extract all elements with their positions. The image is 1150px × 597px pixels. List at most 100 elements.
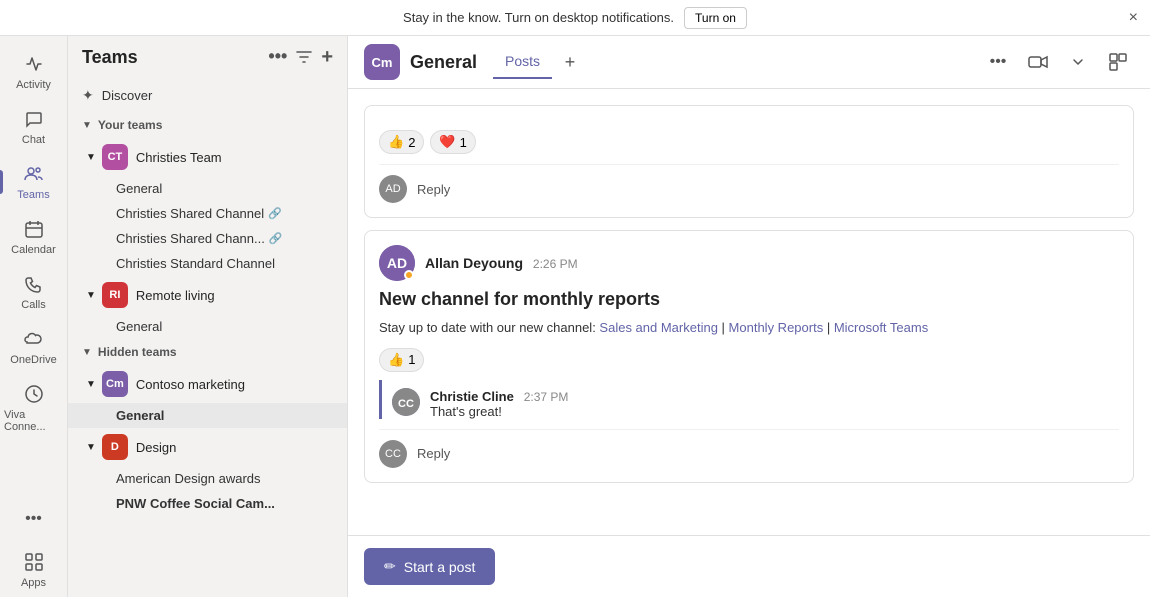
sidebar-item-calls[interactable]: Calls <box>0 264 67 319</box>
channel-contoso-general[interactable]: General <box>68 403 347 428</box>
more-icon: ••• <box>22 507 46 531</box>
reaction-thumbs-up-2[interactable]: 👍 1 <box>379 348 424 372</box>
channel-header-right: ••• <box>982 46 1134 78</box>
channel-christies-general[interactable]: General <box>68 176 347 201</box>
calls-icon <box>22 272 46 296</box>
left-rail: Activity Chat Teams <box>0 36 68 597</box>
msg-body-2: Stay up to date with our new channel: Sa… <box>379 318 1119 338</box>
team-item-contoso[interactable]: ▼ Cm Contoso marketing <box>68 365 347 403</box>
tab-posts-label: Posts <box>505 53 540 69</box>
sidebar-scroll: ✦ Discover ▼ Your teams ▼ CT Christies T… <box>68 79 347 597</box>
remote-name: Remote living <box>136 288 215 303</box>
expand-button[interactable] <box>1102 46 1134 78</box>
discover-item[interactable]: ✦ Discover <box>68 79 347 112</box>
channel-design-awards[interactable]: American Design awards <box>68 466 347 491</box>
calls-label: Calls <box>21 299 45 311</box>
channel-name-header: General <box>410 52 477 73</box>
link-monthly-reports[interactable]: Monthly Reports <box>729 320 824 335</box>
chat-label: Chat <box>22 134 45 146</box>
sidebar-item-teams[interactable]: Teams <box>0 154 67 209</box>
christies-avatar: CT <box>102 144 128 170</box>
channel-more-button[interactable]: ••• <box>982 46 1014 78</box>
calendar-icon <box>22 217 46 241</box>
video-call-button[interactable] <box>1022 46 1054 78</box>
msg-body-prefix: Stay up to date with our new channel: <box>379 320 599 335</box>
reply-row-2: CC Reply <box>379 429 1119 468</box>
link-sales-marketing[interactable]: Sales and Marketing <box>599 320 718 335</box>
message-header-2: AD Allan Deyoung 2:26 PM <box>379 245 1119 281</box>
chat-icon <box>22 107 46 131</box>
reaction-count-2: 1 <box>408 352 415 367</box>
discover-label: Discover <box>102 88 153 103</box>
onedrive-icon <box>22 327 46 351</box>
sidebar-item-onedrive[interactable]: OneDrive <box>0 319 67 374</box>
sidebar-item-activity[interactable]: Activity <box>0 44 67 99</box>
remote-avatar: RI <box>102 282 128 308</box>
msg-time-2: 2:26 PM <box>533 257 578 271</box>
channel-design-awards-label: American Design awards <box>116 471 261 486</box>
main-layout: Activity Chat Teams <box>0 36 1150 597</box>
sidebar-header: Teams ••• + <box>68 36 347 79</box>
reaction-count-heart: 1 <box>460 135 467 150</box>
channel-remote-general[interactable]: General <box>68 314 347 339</box>
christies-chevron: ▼ <box>86 152 96 163</box>
notification-bar: Stay in the know. Turn on desktop notifi… <box>0 0 1150 36</box>
channel-christies-shared2-label: Christies Shared Chann... <box>116 231 265 246</box>
main-content: Cm General Posts + ••• <box>348 36 1150 597</box>
hidden-teams-section-header[interactable]: ▼ Hidden teams <box>68 339 347 365</box>
sidebar-more-button[interactable]: ••• <box>268 46 287 69</box>
start-post-button[interactable]: ✏ Start a post <box>364 548 495 585</box>
messages-area: 👍 2 ❤️ 1 AD Reply <box>348 89 1150 535</box>
design-chevron: ▼ <box>86 442 96 453</box>
reaction-count: 2 <box>408 135 415 150</box>
contoso-name: Contoso marketing <box>136 377 245 392</box>
sidebar-item-viva[interactable]: Viva Conne... <box>0 374 67 441</box>
dropdown-button[interactable] <box>1062 46 1094 78</box>
viva-label: Viva Conne... <box>4 409 63 433</box>
sidebar-item-apps[interactable]: Apps <box>0 542 67 597</box>
sidebar-title: Teams <box>82 47 138 68</box>
notification-close-button[interactable]: × <box>1129 9 1138 27</box>
contoso-chevron: ▼ <box>86 379 96 390</box>
reply-comment-text: That's great! <box>430 404 1119 419</box>
tab-add-button[interactable]: + <box>556 48 584 76</box>
sidebar-item-more[interactable]: ••• <box>0 499 67 542</box>
sidebar-add-button[interactable]: + <box>321 46 333 69</box>
start-post-area: ✏ Start a post <box>348 535 1150 597</box>
team-item-christies[interactable]: ▼ CT Christies Team <box>68 138 347 176</box>
activity-icon <box>22 52 46 76</box>
channel-design-pnw[interactable]: PNW Coffee Social Cam... <box>68 491 347 516</box>
activity-label: Activity <box>16 79 51 91</box>
your-teams-section-header[interactable]: ▼ Your teams <box>68 112 347 138</box>
reply-avatar-2: CC <box>379 440 407 468</box>
hidden-teams-chevron: ▼ <box>82 347 92 358</box>
channel-christies-standard-label: Christies Standard Channel <box>116 256 275 271</box>
reaction-thumbs-up[interactable]: 👍 2 <box>379 130 424 154</box>
sidebar-filter-button[interactable] <box>295 46 313 69</box>
msg-avatar-2: AD <box>379 245 415 281</box>
your-teams-label: Your teams <box>98 118 162 132</box>
contoso-avatar: Cm <box>102 371 128 397</box>
reply-comment-time: 2:37 PM <box>524 390 569 404</box>
reply-row-1: AD Reply <box>379 164 1119 203</box>
channel-christies-standard[interactable]: Christies Standard Channel <box>68 251 347 276</box>
team-item-design[interactable]: ▼ D Design <box>68 428 347 466</box>
reaction-heart[interactable]: ❤️ 1 <box>430 130 475 154</box>
channel-contoso-general-label: General <box>116 408 164 423</box>
sidebar-item-calendar[interactable]: Calendar <box>0 209 67 264</box>
reply-button-1[interactable]: Reply <box>417 182 450 197</box>
turn-on-button[interactable]: Turn on <box>684 7 747 29</box>
remote-chevron: ▼ <box>86 290 96 301</box>
channel-christies-shared1[interactable]: Christies Shared Channel 🔗 <box>68 201 347 226</box>
sidebar-item-chat[interactable]: Chat <box>0 99 67 154</box>
team-item-remote[interactable]: ▼ RI Remote living <box>68 276 347 314</box>
channel-christies-shared2[interactable]: Christies Shared Chann... 🔗 <box>68 226 347 251</box>
channel-design-pnw-label: PNW Coffee Social Cam... <box>116 496 275 511</box>
notification-text: Stay in the know. Turn on desktop notifi… <box>403 10 674 25</box>
reply-comment-avatar: CC <box>392 388 420 416</box>
sidebar-header-actions: ••• + <box>268 46 333 69</box>
reply-button-2[interactable]: Reply <box>417 446 450 461</box>
tab-posts[interactable]: Posts <box>493 45 552 79</box>
reaction-emoji-heart: ❤️ <box>439 134 455 150</box>
link-microsoft-teams[interactable]: Microsoft Teams <box>834 320 928 335</box>
